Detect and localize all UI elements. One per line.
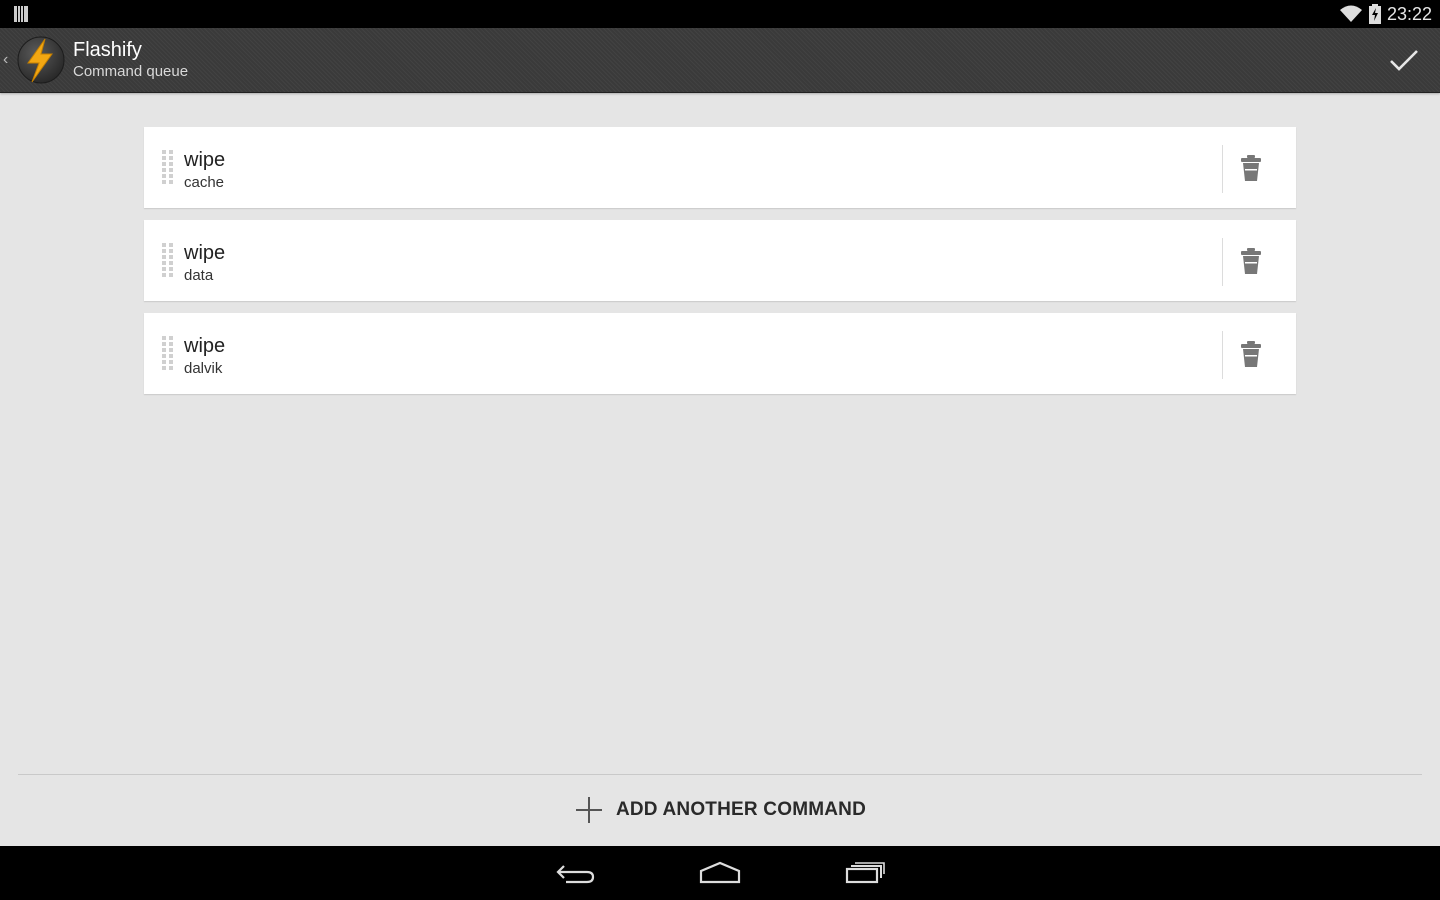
status-clock: 23:22 bbox=[1386, 3, 1432, 24]
command-argument: data bbox=[184, 267, 214, 284]
command-name: wipe bbox=[184, 149, 226, 171]
home-icon[interactable] bbox=[698, 858, 742, 888]
trash-icon[interactable] bbox=[1237, 245, 1265, 277]
app-title: Flashify bbox=[73, 39, 142, 61]
drag-handle-icon[interactable] bbox=[162, 243, 174, 281]
notification-icon bbox=[14, 6, 28, 22]
screen-subtitle: Command queue bbox=[73, 63, 189, 80]
battery-charging-icon bbox=[1368, 4, 1381, 24]
plus-icon bbox=[575, 797, 602, 823]
flashify-logo-icon[interactable] bbox=[16, 35, 66, 85]
add-command-label: ADD ANOTHER COMMAND bbox=[615, 799, 867, 820]
action-bar: ‹ Flashify Command queue bbox=[0, 28, 1440, 93]
command-item[interactable]: wipe dalvik bbox=[144, 313, 1296, 394]
add-command-button[interactable]: ADD ANOTHER COMMAND bbox=[0, 775, 1440, 845]
drag-handle-icon[interactable] bbox=[162, 150, 174, 188]
navigation-bar bbox=[0, 846, 1440, 900]
trash-icon[interactable] bbox=[1237, 338, 1265, 370]
command-name: wipe bbox=[184, 335, 226, 357]
drag-handle-icon[interactable] bbox=[162, 336, 174, 374]
command-list: wipe cache wipe data wipe dalvik bbox=[144, 127, 1296, 406]
command-item[interactable]: wipe cache bbox=[144, 127, 1296, 208]
divider bbox=[1222, 238, 1223, 286]
done-check-icon[interactable] bbox=[1386, 42, 1422, 78]
divider bbox=[1222, 145, 1223, 193]
wifi-icon bbox=[1339, 5, 1362, 22]
up-caret-icon[interactable]: ‹ bbox=[3, 50, 8, 70]
command-item[interactable]: wipe data bbox=[144, 220, 1296, 301]
command-name: wipe bbox=[184, 242, 226, 264]
divider bbox=[1222, 331, 1223, 379]
recents-icon[interactable] bbox=[843, 858, 887, 888]
status-bar: 23:22 bbox=[0, 0, 1440, 28]
trash-icon[interactable] bbox=[1237, 152, 1265, 184]
command-argument: cache bbox=[184, 174, 225, 191]
back-icon[interactable] bbox=[554, 858, 598, 888]
command-argument: dalvik bbox=[184, 360, 223, 377]
